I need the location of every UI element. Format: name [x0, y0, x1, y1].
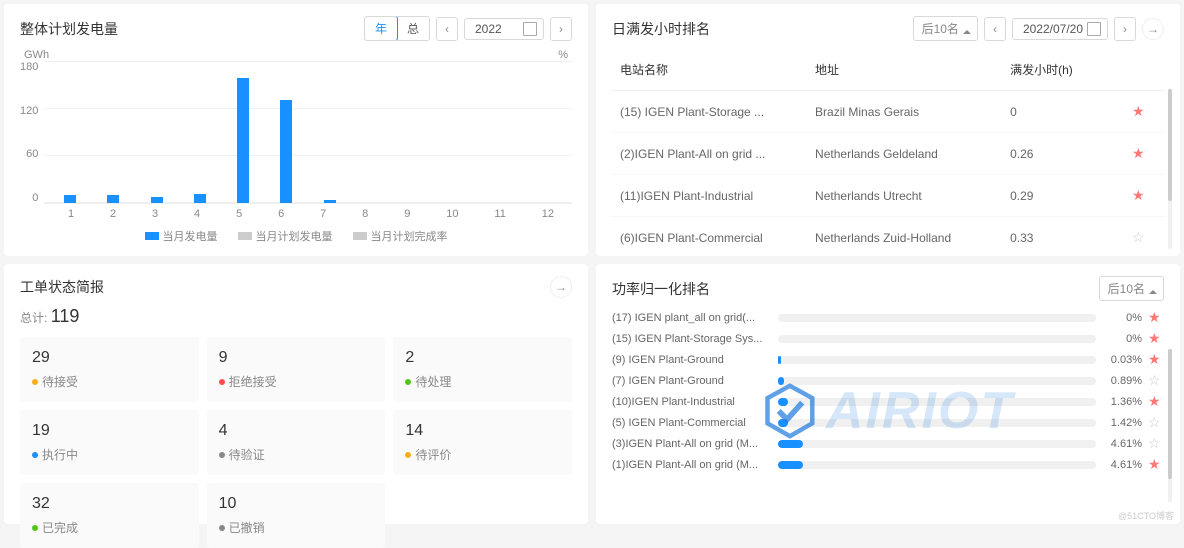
- watermark: AIRIOT: [762, 381, 1014, 441]
- panel3-expand-button[interactable]: →: [550, 276, 572, 298]
- bar: [280, 100, 292, 203]
- hours-table: 电站名称 地址 满发小时(h) (15) IGEN Plant-Storage …: [612, 49, 1164, 259]
- status-dot-icon: [405, 379, 411, 385]
- star-icon[interactable]: ★: [1148, 393, 1164, 410]
- star-icon[interactable]: ☆: [1148, 372, 1164, 389]
- status-dot-icon: [32, 379, 38, 385]
- rank-filter-select[interactable]: 后10名: [913, 16, 978, 41]
- star-icon[interactable]: ★: [1148, 330, 1164, 347]
- work-order-tile[interactable]: 19执行中: [20, 410, 199, 475]
- toggle-total[interactable]: 总: [397, 17, 429, 40]
- total-line: 总计: 119: [20, 306, 572, 327]
- col-plant-name: 电站名称: [620, 61, 815, 78]
- table-row[interactable]: (15) IGEN Plant-Storage ...Brazil Minas …: [612, 91, 1164, 133]
- panel2-title: 日满发小时排名: [612, 19, 710, 39]
- daily-full-hours-panel: 日满发小时排名 后10名 ‹ 2022/07/20 › → 电站名称 地址 满发…: [596, 4, 1180, 256]
- star-icon[interactable]: ★: [1132, 187, 1156, 204]
- status-dot-icon: [219, 452, 225, 458]
- rank-scrollbar[interactable]: [1168, 349, 1172, 502]
- status-dot-icon: [32, 452, 38, 458]
- year-prev-button[interactable]: ‹: [436, 17, 458, 41]
- rank-row[interactable]: (10)IGEN Plant-Industrial1.36%★: [612, 393, 1164, 410]
- star-icon[interactable]: ★: [1148, 309, 1164, 326]
- date-input[interactable]: 2022/07/20: [1012, 18, 1108, 40]
- period-toggle[interactable]: 年 总: [364, 16, 430, 41]
- work-order-status-panel: 工单状态简报 → 总计: 119 29待接受9拒绝接受2待处理 19执行中4待验证…: [4, 264, 588, 524]
- overall-plan-generation-panel: 整体计划发电量 年 总 ‹ 2022 › GWh % 180120600: [4, 4, 588, 256]
- work-order-tile[interactable]: 2待处理: [393, 337, 572, 402]
- bar: [324, 200, 336, 203]
- year-input[interactable]: 2022: [464, 18, 544, 40]
- rank-row[interactable]: (1)IGEN Plant-All on grid (M...4.61%★: [612, 456, 1164, 473]
- rank-row[interactable]: (15) IGEN Plant-Storage Sys...0%★: [612, 330, 1164, 347]
- work-order-tile[interactable]: 29待接受: [20, 337, 199, 402]
- work-order-tile[interactable]: 14待评价: [393, 410, 572, 475]
- pct-unit-label: %: [558, 49, 568, 61]
- year-next-button[interactable]: ›: [550, 17, 572, 41]
- star-icon[interactable]: ★: [1132, 103, 1156, 120]
- work-order-tile[interactable]: 32已完成: [20, 483, 199, 548]
- date-next-button[interactable]: ›: [1114, 17, 1136, 41]
- bar: [151, 197, 163, 203]
- y-unit-label: GWh: [24, 49, 49, 61]
- table-row[interactable]: (11)IGEN Plant-IndustrialNetherlands Utr…: [612, 175, 1164, 217]
- toggle-year[interactable]: 年: [364, 16, 398, 41]
- generation-chart: GWh % 180120600 123456789101112 当月发电量当月计…: [20, 49, 572, 244]
- table-row[interactable]: (2)IGEN Plant-All on grid ...Netherlands…: [612, 133, 1164, 175]
- rank-row[interactable]: (9) IGEN Plant-Ground0.03%★: [612, 351, 1164, 368]
- expand-button[interactable]: →: [1142, 18, 1164, 40]
- total-value: 119: [51, 306, 80, 326]
- table-row[interactable]: (6)IGEN Plant-CommercialNetherlands Zuid…: [612, 217, 1164, 259]
- panel3-title: 工单状态简报: [20, 277, 104, 297]
- bar: [237, 78, 249, 203]
- bar: [107, 195, 119, 203]
- work-order-tile[interactable]: 4待验证: [207, 410, 386, 475]
- work-order-tile[interactable]: 9拒绝接受: [207, 337, 386, 402]
- panel1-title: 整体计划发电量: [20, 19, 118, 39]
- col-address: 地址: [815, 61, 1010, 78]
- power-filter-select[interactable]: 后10名: [1099, 276, 1164, 301]
- date-prev-button[interactable]: ‹: [984, 17, 1006, 41]
- rank-row[interactable]: (3)IGEN Plant-All on grid (M...4.61%☆: [612, 435, 1164, 452]
- status-dot-icon: [405, 452, 411, 458]
- power-normalized-ranking-panel: 功率归一化排名 后10名 (17) IGEN plant_all on grid…: [596, 264, 1180, 524]
- star-icon[interactable]: ★: [1132, 145, 1156, 162]
- panel4-title: 功率归一化排名: [612, 279, 710, 299]
- bar: [64, 195, 76, 203]
- star-icon[interactable]: ☆: [1148, 435, 1164, 452]
- status-dot-icon: [219, 379, 225, 385]
- star-icon[interactable]: ☆: [1132, 229, 1156, 246]
- star-icon[interactable]: ★: [1148, 351, 1164, 368]
- star-icon[interactable]: ★: [1148, 456, 1164, 473]
- rank-row[interactable]: (17) IGEN plant_all on grid(...0%★: [612, 309, 1164, 326]
- bar: [194, 194, 206, 203]
- star-icon[interactable]: ☆: [1148, 414, 1164, 431]
- rank-row[interactable]: (7) IGEN Plant-Ground0.89%☆: [612, 372, 1164, 389]
- rank-row[interactable]: (5) IGEN Plant-Commercial1.42%☆: [612, 414, 1164, 431]
- table-scrollbar[interactable]: [1168, 89, 1172, 249]
- credit-text: @51CTO博客: [1118, 509, 1174, 522]
- col-hours: 满发小时(h): [1010, 61, 1132, 78]
- work-order-tile[interactable]: 10已撤销: [207, 483, 386, 548]
